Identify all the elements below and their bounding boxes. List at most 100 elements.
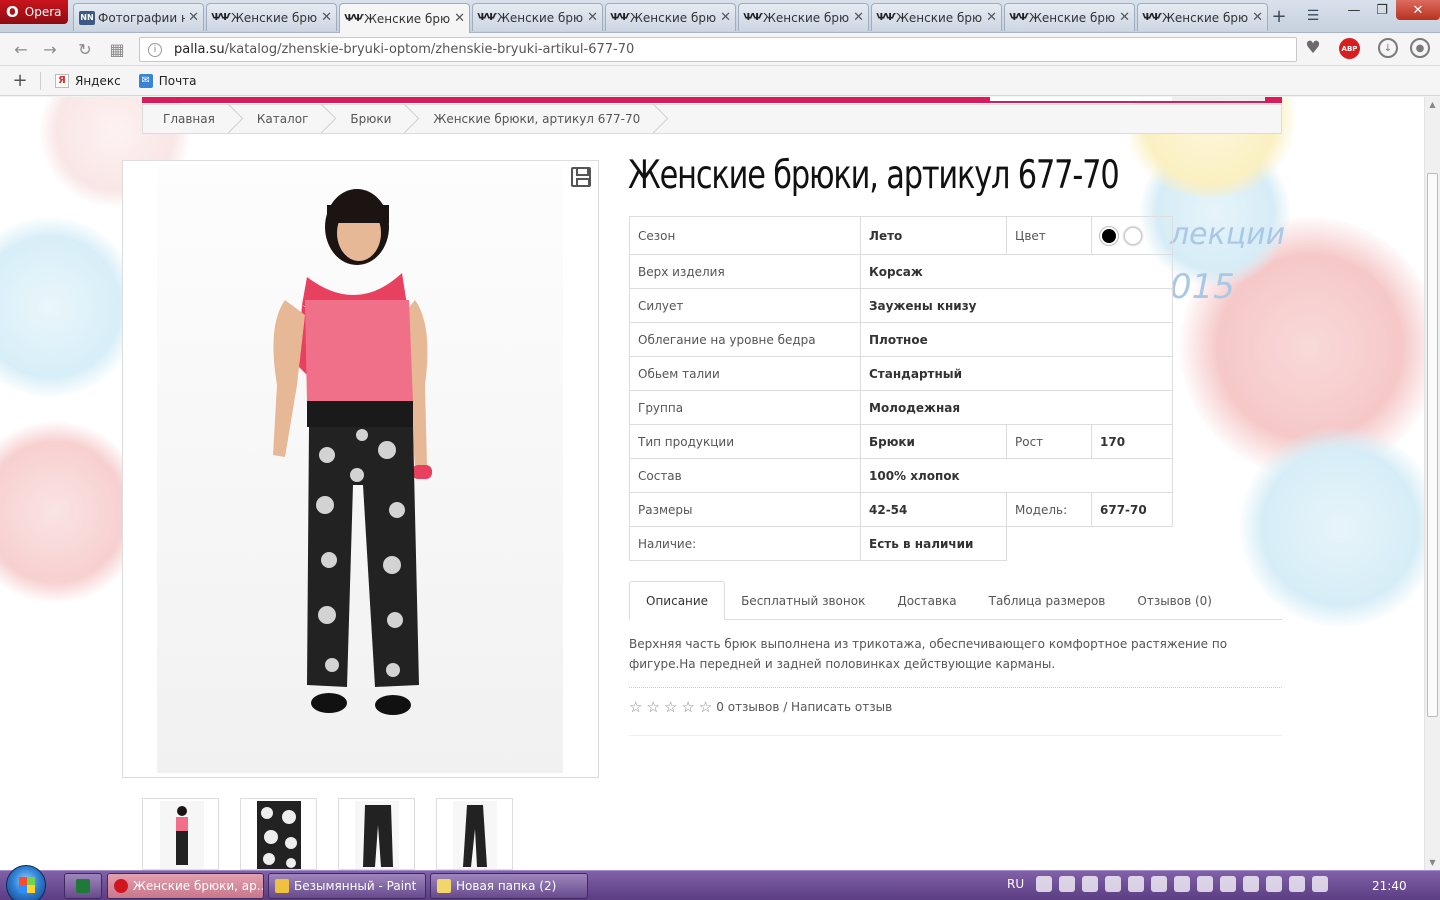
tray-network-icon[interactable] (1266, 876, 1282, 892)
taskbar-folder-window[interactable]: Новая папка (2) (430, 873, 588, 899)
site-info-icon[interactable]: i (148, 42, 162, 57)
new-tab-plus-icon[interactable]: + (1268, 5, 1290, 27)
taskbar-paint-window[interactable]: Безымянный - Paint (268, 873, 426, 899)
browser-tab[interactable]: ѰѰ Женские брюки ✕ (738, 3, 869, 31)
tray-signal-icon[interactable] (1174, 876, 1190, 892)
scrollbar-thumb[interactable] (1427, 173, 1438, 717)
excel-pinned-button[interactable] (64, 873, 102, 899)
spec-value: 677-70 (1091, 492, 1173, 527)
tray-volume-icon[interactable] (1243, 876, 1259, 892)
reviews-link[interactable]: 0 отзывов / Написать отзыв (716, 700, 892, 714)
close-tab-icon[interactable]: ✕ (1119, 10, 1130, 25)
tab-menu-icon[interactable]: ☰ (1302, 5, 1324, 27)
spec-value: 42-54 (860, 492, 1007, 527)
close-tab-icon[interactable]: ✕ (587, 10, 598, 25)
breadcrumb-trousers[interactable]: Брюки (330, 104, 413, 134)
forward-arrow-icon[interactable]: → (38, 38, 62, 60)
close-tab-icon[interactable]: ✕ (321, 10, 332, 25)
browser-tab[interactable]: ѰѰ Женские брюки ✕ (871, 3, 1002, 31)
tray-app-icon[interactable] (1312, 876, 1328, 892)
palla-favicon-icon: ѰѰ (610, 12, 630, 23)
reload-icon[interactable]: ↻ (73, 38, 97, 60)
start-button[interactable] (6, 865, 46, 900)
browser-tab[interactable]: ѰѰ Женские брюки ✕ (1137, 3, 1268, 31)
browser-tab[interactable]: ѰѰ Женские брюки ✕ (605, 3, 736, 31)
close-tab-icon[interactable]: ✕ (454, 11, 465, 26)
browser-tab[interactable]: ѰѰ Женские брюки ✕ (1004, 3, 1135, 31)
scroll-down-icon[interactable]: ▼ (1425, 855, 1440, 869)
bg-flower (0, 417, 140, 607)
thumbnail-image[interactable] (436, 798, 513, 870)
tray-app-icon[interactable] (1197, 876, 1213, 892)
close-tab-icon[interactable]: ✕ (986, 10, 997, 25)
tray-torrent-icon[interactable] (1220, 876, 1236, 892)
opera-menu-button[interactable]: O Opera (0, 0, 68, 24)
taskbar-opera-window[interactable]: Женские брюки, ар... (107, 873, 264, 899)
color-swatch-black[interactable] (1100, 226, 1118, 245)
browser-tab[interactable]: ѰѰ Женские брюки ✕ (472, 3, 603, 31)
spec-value: 170 (1091, 424, 1173, 459)
address-bar[interactable]: i palla.su /katalog/zhenskie-bryuki-opto… (139, 37, 1297, 62)
tab-title: Женские брюки (497, 10, 584, 25)
tab-title: Женские брюки (763, 10, 850, 25)
thumbnail-image[interactable] (338, 798, 415, 870)
bookmark-heart-icon[interactable]: ♥ (1300, 37, 1326, 59)
tab-delivery[interactable]: Доставка (881, 581, 972, 620)
adblock-plus-icon[interactable]: ABP (1339, 38, 1360, 59)
close-tab-icon[interactable]: ✕ (720, 10, 731, 25)
product-specs-table: Сезон Лето Цвет Верх изделия Корсаж Силу… (629, 216, 1173, 561)
add-bookmark-plus-icon[interactable]: + (0, 70, 40, 91)
page-scrollbar[interactable]: ▲ ▼ (1424, 97, 1440, 870)
thumbnail-full-figure (160, 801, 204, 869)
browser-tab-active[interactable]: ѰѰ Женские брюки ✕ (339, 3, 470, 33)
close-tab-icon[interactable]: ✕ (1252, 10, 1263, 25)
close-tab-icon[interactable]: ✕ (853, 10, 864, 25)
tray-app-icon[interactable] (1289, 876, 1305, 892)
abp-label: ABP (1341, 44, 1358, 53)
header-search-button[interactable] (1172, 97, 1265, 101)
downloads-icon[interactable]: ↓ (1378, 38, 1398, 58)
browser-tab[interactable]: ѰѰ Женские брюки ✕ (206, 3, 337, 31)
thumbnail-image[interactable] (240, 798, 317, 870)
tab-free-call[interactable]: Бесплатный звонок (725, 581, 881, 620)
excel-icon (76, 879, 90, 893)
browser-tab[interactable]: NN Фотографии на ✕ (73, 3, 204, 31)
breadcrumb-catalog[interactable]: Каталог (237, 104, 331, 134)
tray-monitor-icon[interactable] (1036, 876, 1052, 892)
tab-description[interactable]: Описание (629, 581, 726, 620)
bookmark-label: Почта (158, 73, 197, 88)
tray-shield-icon[interactable] (1082, 876, 1098, 892)
tray-clipboard-icon[interactable] (1151, 876, 1167, 892)
product-photo[interactable] (157, 165, 563, 773)
tray-app-icon[interactable] (1105, 876, 1121, 892)
browser-nav-bar: ← → ↻ ▦ i palla.su /katalog/zhenskie-bry… (0, 33, 1440, 66)
color-swatch-white[interactable] (1123, 226, 1142, 245)
back-arrow-icon[interactable]: ← (9, 38, 33, 60)
tab-reviews[interactable]: Отзывов (0) (1121, 581, 1228, 620)
thumbnail-image[interactable] (142, 798, 219, 870)
bg-flower (0, 217, 140, 397)
product-photo-frame[interactable] (122, 160, 599, 778)
spec-value: Плотное (860, 322, 1173, 357)
palla-favicon-icon: ѰѰ (1142, 12, 1162, 23)
palla-favicon-icon: ѰѰ (477, 12, 497, 23)
restore-icon[interactable]: ❐ (1368, 0, 1396, 20)
minimize-icon[interactable]: — (1340, 0, 1368, 20)
language-indicator[interactable]: RU (1007, 877, 1024, 891)
account-icon[interactable]: ● (1410, 38, 1430, 58)
bookmark-mail[interactable]: ✉ Почта (138, 73, 197, 88)
taskbar-clock[interactable]: 21:40 (1372, 879, 1407, 893)
bookmark-yandex[interactable]: Я Яндекс (55, 73, 121, 88)
scroll-up-icon[interactable]: ▲ (1425, 97, 1440, 111)
close-window-icon[interactable]: ✕ (1396, 0, 1440, 20)
tab-size-table[interactable]: Таблица размеров (973, 581, 1122, 620)
close-tab-icon[interactable]: ✕ (188, 10, 199, 25)
spec-value: Стандартный (860, 356, 1173, 391)
speed-dial-grid-icon[interactable]: ▦ (105, 38, 129, 60)
save-image-icon[interactable] (571, 167, 591, 187)
spec-label: Состав (629, 458, 861, 493)
tray-app-icon[interactable] (1059, 876, 1075, 892)
breadcrumb-home[interactable]: Главная (143, 104, 237, 134)
tray-flag-icon[interactable] (1128, 876, 1144, 892)
header-brand-bar (142, 97, 1282, 103)
